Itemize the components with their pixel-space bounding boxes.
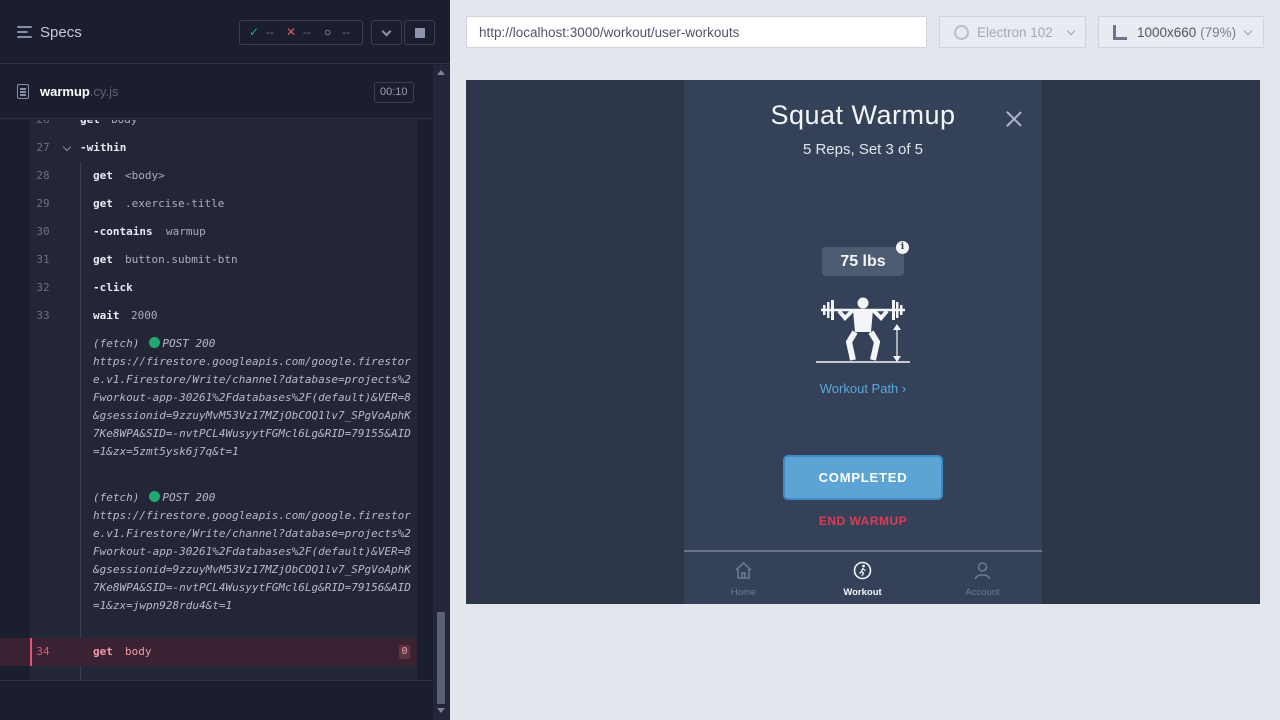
file-icon [17, 84, 29, 99]
duration-badge: 00:10 [374, 82, 414, 103]
xhr-log-entry[interactable]: (fetch) POST 200 https://firestore.google… [93, 335, 413, 461]
command-row[interactable]: 26 get body [0, 120, 417, 134]
completed-button[interactable]: COMPLETED [783, 455, 943, 500]
spinner-icon: ○ [324, 25, 332, 39]
nav-item-home[interactable]: Home [684, 552, 803, 604]
status-dot [149, 491, 161, 502]
status-dot [149, 337, 161, 348]
passed-count: -- [266, 25, 274, 39]
command-row[interactable]: 33 wait 2000 [0, 302, 417, 330]
command-row[interactable]: 28 get <body> [0, 162, 417, 190]
home-icon [735, 561, 752, 579]
element-count-badge: 0 [399, 645, 410, 659]
scroll-up-arrow[interactable] [437, 70, 445, 75]
xhr-url: https://firestore.googleapis.com/google.… [93, 355, 411, 458]
menu-icon[interactable] [17, 26, 32, 38]
collapse-button[interactable] [371, 20, 402, 45]
specs-label[interactable]: Specs [40, 24, 82, 41]
spec-file-header: warmup.cy.js 00:10 [0, 65, 432, 119]
bottom-nav: Home Workout Account [684, 552, 1042, 604]
spec-file-name[interactable]: warmup.cy.js [40, 84, 119, 99]
workout-path-link[interactable]: Workout Path › [684, 381, 1042, 396]
runner-panel: Specs ✓ -- ✕ -- ○ -- warmup.cy.js 00:10 … [0, 0, 450, 720]
info-icon[interactable]: i [896, 241, 909, 254]
scroll-down-arrow[interactable] [437, 708, 445, 713]
xhr-log-entry[interactable]: (fetch) POST 200 https://firestore.google… [93, 489, 413, 615]
nav-item-account[interactable]: Account [923, 552, 1042, 604]
chevron-down-icon [381, 26, 392, 37]
squat-figure-icon [816, 297, 910, 363]
stop-icon [415, 28, 425, 38]
command-row[interactable]: 31 get button.submit-btn [0, 246, 417, 274]
command-row[interactable]: 29 get .exercise-title [0, 190, 417, 218]
browser-icon [954, 25, 969, 40]
viewport-selector[interactable]: 1000x660 (79%) [1098, 16, 1264, 48]
viewport-icon [1113, 25, 1127, 40]
chevron-down-icon [1066, 26, 1076, 36]
command-row[interactable]: 30 -contains warmup [0, 218, 417, 246]
weight-badge: 75 lbs [822, 247, 904, 276]
workout-icon [853, 561, 872, 580]
exercise-title: Squat Warmup [770, 100, 956, 130]
check-icon: ✓ [249, 25, 260, 39]
xhr-url: https://firestore.googleapis.com/google.… [93, 509, 411, 612]
browser-selector[interactable]: Electron 102 [939, 16, 1086, 48]
pending-count: -- [342, 25, 350, 39]
nav-item-workout[interactable]: Workout [803, 552, 922, 604]
stats-bar: ✓ -- ✕ -- ○ -- [239, 20, 363, 45]
end-warmup-link[interactable]: END WARMUP [684, 514, 1042, 528]
command-log: 26 get body 27 -within 28 get <body> 29 … [0, 120, 432, 680]
scrollbar-thumb[interactable] [437, 612, 445, 704]
account-icon [974, 562, 991, 580]
chevron-down-icon[interactable] [62, 142, 72, 152]
runner-header: Specs ✓ -- ✕ -- ○ -- [0, 0, 450, 64]
stop-button[interactable] [404, 20, 435, 45]
x-icon: ✕ [286, 25, 297, 39]
close-icon[interactable] [1005, 110, 1023, 128]
set-info: 5 Reps, Set 3 of 5 [802, 141, 924, 158]
command-row-failed[interactable]: 34 get body 0 [0, 638, 417, 666]
command-row-within[interactable]: 27 -within [0, 134, 417, 162]
viewport-zoom: (79%) [1200, 25, 1237, 40]
failed-count: -- [303, 25, 311, 39]
command-row[interactable]: 32 -click [0, 274, 417, 302]
chevron-down-icon [1243, 26, 1253, 36]
url-bar[interactable]: http://localhost:3000/workout/user-worko… [466, 16, 927, 48]
viewport-size: 1000x660 [1137, 25, 1197, 40]
